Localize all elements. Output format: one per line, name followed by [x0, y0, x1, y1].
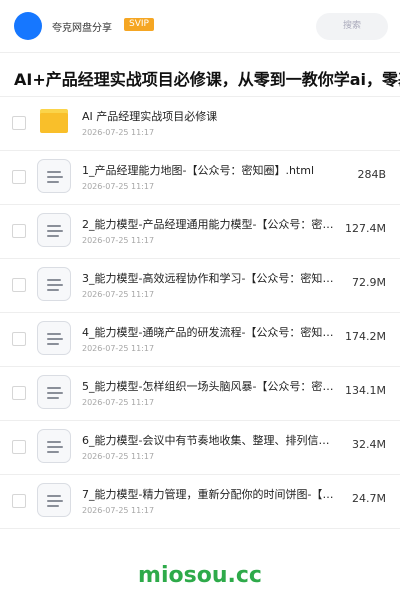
select-checkbox[interactable] — [12, 440, 26, 454]
select-checkbox[interactable] — [12, 170, 26, 184]
select-checkbox[interactable] — [12, 332, 26, 346]
list-item[interactable]: 7_能力模型-精力管理，重新分配你的时间饼图-【公众号：密知圈】.html 20… — [0, 475, 400, 529]
share-title-row: AI+产品经理实战项目必修课，从零到一教你学ai，零基础也能学 — [0, 53, 400, 97]
document-icon — [37, 375, 71, 409]
item-name: 4_能力模型-通晓产品的研发流程-【公众号：密知圈】.html — [82, 326, 338, 339]
item-name: 2_能力模型-产品经理通用能力模型-【公众号：密知圈】.html — [82, 218, 338, 231]
item-size: 174.2M — [345, 330, 386, 343]
select-checkbox[interactable] — [12, 224, 26, 238]
search-input[interactable]: 搜索 — [316, 13, 388, 40]
item-name: 7_能力模型-精力管理，重新分配你的时间饼图-【公众号：密知圈】.html — [82, 488, 338, 501]
item-size: 284B — [357, 168, 386, 181]
list-item[interactable]: 3_能力模型-高效远程协作和学习-【公众号：密知圈】.html 2026-07-… — [0, 259, 400, 313]
item-name: AI 产品经理实战项目必修课 — [82, 110, 218, 123]
item-date: 2026-07-25 11:17 — [82, 506, 155, 515]
item-date: 2026-07-25 11:17 — [82, 290, 155, 299]
item-date: 2026-07-25 11:17 — [82, 398, 155, 407]
select-checkbox[interactable] — [12, 116, 26, 130]
select-checkbox[interactable] — [12, 494, 26, 508]
list-item[interactable]: 5_能力模型-怎样组织一场头脑风暴-【公众号：密知圈】.html 2026-07… — [0, 367, 400, 421]
item-date: 2026-07-25 11:17 — [82, 344, 155, 353]
item-name: 1_产品经理能力地图-【公众号：密知圈】.html — [82, 164, 315, 177]
select-checkbox[interactable] — [12, 278, 26, 292]
item-size: 72.9M — [352, 276, 386, 289]
app-name: 夸克网盘分享 — [52, 23, 112, 34]
list-item[interactable]: 2_能力模型-产品经理通用能力模型-【公众号：密知圈】.html 2026-07… — [0, 205, 400, 259]
document-icon — [37, 483, 71, 517]
document-icon — [37, 267, 71, 301]
item-name: 6_能力模型-会议中有节奏地收集、整理、排列信息-【公众号：密知圈】.html — [82, 434, 338, 447]
watermark: miosou.cc — [138, 563, 262, 588]
top-bar: 夸克网盘分享 SVIP 搜索 — [0, 0, 400, 52]
folder-icon — [40, 109, 68, 133]
document-icon — [37, 159, 71, 193]
list-item[interactable]: AI 产品经理实战项目必修课 2026-07-25 11:17 — [0, 97, 400, 151]
document-icon — [37, 321, 71, 355]
list-item[interactable]: 6_能力模型-会议中有节奏地收集、整理、排列信息-【公众号：密知圈】.html … — [0, 421, 400, 475]
item-date: 2026-07-25 11:17 — [82, 452, 155, 461]
select-checkbox[interactable] — [12, 386, 26, 400]
list-item[interactable]: 1_产品经理能力地图-【公众号：密知圈】.html 2026-07-25 11:… — [0, 151, 400, 205]
page-title: AI+产品经理实战项目必修课，从零到一教你学ai，零基础也能学 — [14, 70, 400, 89]
document-icon — [37, 429, 71, 463]
list-item[interactable]: 4_能力模型-通晓产品的研发流程-【公众号：密知圈】.html 2026-07-… — [0, 313, 400, 367]
item-size: 127.4M — [345, 222, 386, 235]
item-size: 134.1M — [345, 384, 386, 397]
item-size: 24.7M — [352, 492, 386, 505]
item-date: 2026-07-25 11:17 — [82, 128, 155, 137]
item-size: 32.4M — [352, 438, 386, 451]
item-date: 2026-07-25 11:17 — [82, 182, 155, 191]
avatar[interactable] — [14, 12, 42, 40]
svip-badge[interactable]: SVIP — [124, 18, 154, 31]
document-icon — [37, 213, 71, 247]
item-date: 2026-07-25 11:17 — [82, 236, 155, 245]
item-name: 5_能力模型-怎样组织一场头脑风暴-【公众号：密知圈】.html — [82, 380, 338, 393]
item-name: 3_能力模型-高效远程协作和学习-【公众号：密知圈】.html — [82, 272, 338, 285]
